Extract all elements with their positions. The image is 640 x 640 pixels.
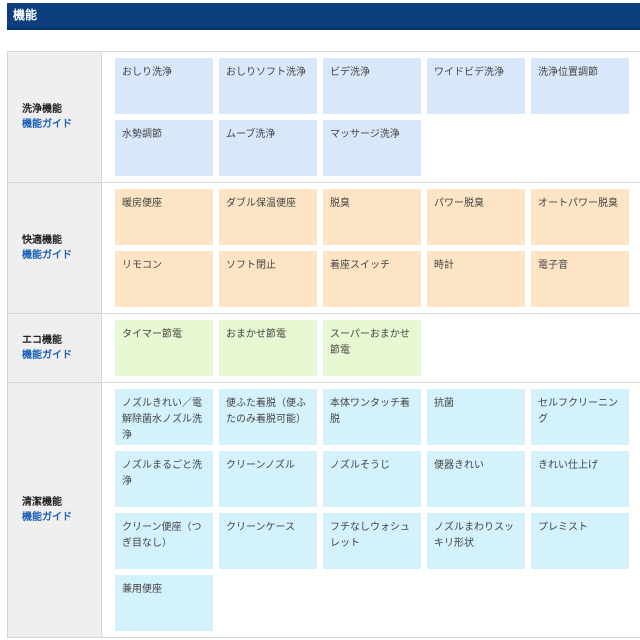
feature-list: おしり洗浄 おしりソフト洗浄 ビデ洗浄 ワイドビデ洗浄 洗浄位置調節水勢調節 ムーブ洗浄マ…	[102, 52, 640, 182]
row-header: 清潔機能 機能ガイド	[8, 383, 102, 637]
feature-chip: 本体ワンタッチ着脱	[323, 389, 421, 445]
feature-chip: 着座スイッチ	[323, 251, 421, 307]
feature-chip: ワイドビデ洗浄	[427, 58, 525, 114]
feature-chip: ソフト閉止	[219, 251, 317, 307]
feature-chip: ノズルそうじ	[323, 451, 421, 507]
feature-chip: ムーブ洗浄	[219, 120, 317, 176]
feature-chip: セルフクリーニング	[531, 389, 629, 445]
row-header: エコ機能 機能ガイド	[8, 314, 102, 382]
feature-list: 暖房便座 ダブル保温便座 脱臭 パワー脱臭 オートパワー脱臭リモコン ソフト閉止 着座スイッ…	[102, 183, 640, 313]
section-title: 機能	[13, 8, 38, 22]
feature-chip: ダブル保温便座	[219, 189, 317, 245]
feature-chip: クリーンケース	[219, 513, 317, 569]
feature-table: 洗浄機能 機能ガイド おしり洗浄 おしりソフト洗浄 ビデ洗浄 ワイドビデ洗浄 洗浄位置調節水…	[7, 51, 640, 638]
feature-chip: 抗菌	[427, 389, 525, 445]
feature-row-eco: エコ機能機能ガイド タイマー節電 おまかせ節電 スーパーおまかせ節電	[8, 314, 640, 383]
feature-chip: マッサージ洗浄	[323, 120, 421, 176]
feature-chip: 洗浄位置調節	[531, 58, 629, 114]
feature-chip: 脱臭	[323, 189, 421, 245]
function-guide-link[interactable]: 機能ガイド	[22, 117, 101, 132]
category-title: 快適機能	[22, 234, 62, 246]
function-guide-link[interactable]: 機能ガイド	[22, 248, 101, 263]
feature-chip: 暖房便座	[115, 189, 213, 245]
feature-chip: 便ふた着脱（便ふたのみ着脱可能）	[219, 389, 317, 445]
feature-chip: ノズルまるごと洗浄	[115, 451, 213, 507]
feature-chip: おしり洗浄	[115, 58, 213, 114]
feature-chip: 兼用便座	[115, 575, 213, 631]
feature-chip: きれい仕上げ	[531, 451, 629, 507]
feature-chip: タイマー節電	[115, 320, 213, 376]
feature-chip: パワー脱臭	[427, 189, 525, 245]
feature-chip: ノズルまわりスッキリ形状	[427, 513, 525, 569]
feature-chip: フチなしウォシュレット	[323, 513, 421, 569]
category-title: 洗浄機能	[22, 103, 62, 115]
feature-chip: プレミスト	[531, 513, 629, 569]
section-header: 機能	[7, 3, 640, 30]
feature-chip: おまかせ節電	[219, 320, 317, 376]
feature-row-comfort: 快適機能機能ガイド 暖房便座 ダブル保温便座 脱臭 パワー脱臭 オートパワー脱臭リモコンソ…	[8, 183, 640, 314]
feature-chip: 電子音	[531, 251, 629, 307]
feature-row-wash: 洗浄機能機能ガイド おしり洗浄 おしりソフト洗浄 ビデ洗浄 ワイドビデ洗浄 洗浄位置調節水…	[8, 52, 640, 183]
feature-chip: 水勢調節	[115, 120, 213, 176]
function-guide-link[interactable]: 機能ガイド	[22, 510, 101, 525]
feature-chip: クリーン便座（つぎ目なし）	[115, 513, 213, 569]
feature-chip: スーパーおまかせ節電	[323, 320, 421, 376]
feature-chip: 便器きれい	[427, 451, 525, 507]
feature-chip: ノズルきれい／電解除菌水ノズル洗浄	[115, 389, 213, 445]
feature-chip: オートパワー脱臭	[531, 189, 629, 245]
row-header: 洗浄機能 機能ガイド	[8, 52, 102, 182]
category-title: 清潔機能	[22, 496, 62, 508]
feature-chip: リモコン	[115, 251, 213, 307]
feature-list: ノズルきれい／電解除菌水ノズル洗浄 便ふた着脱（便ふたのみ着脱可能） 本体ワンタッチ…	[102, 383, 640, 637]
feature-chip: 時計	[427, 251, 525, 307]
category-title: エコ機能	[22, 334, 62, 346]
feature-row-clean: 清潔機能 機能ガイド ノズルきれい／電解除菌水ノズル洗浄 便ふた着脱（便ふたのみ着脱可…	[8, 383, 640, 638]
row-header: 快適機能 機能ガイド	[8, 183, 102, 313]
function-guide-link[interactable]: 機能ガイド	[22, 348, 101, 363]
feature-chip: ビデ洗浄	[323, 58, 421, 114]
feature-chip: クリーンノズル	[219, 451, 317, 507]
feature-list: タイマー節電 おまかせ節電 スーパーおまかせ節電	[102, 314, 640, 382]
feature-chip: おしりソフト洗浄	[219, 58, 317, 114]
